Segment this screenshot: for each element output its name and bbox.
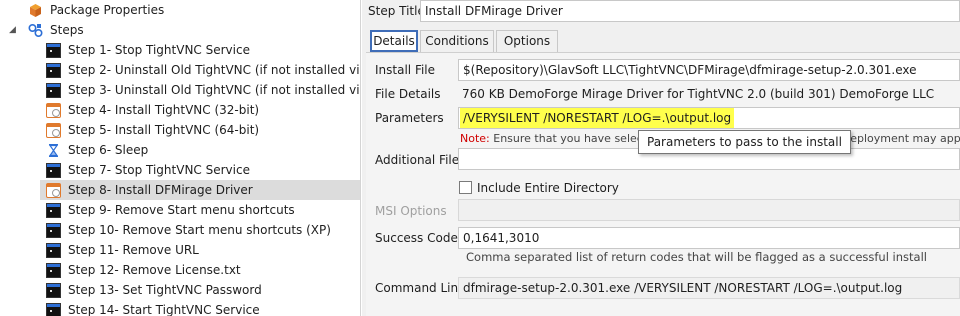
tree-item-step[interactable]: Step 14- Start TightVNC Service	[46, 300, 360, 316]
parameters-field[interactable]: /VERYSILENT /NORESTART /LOG=.\output.log	[458, 107, 960, 129]
tab-options[interactable]: Options	[496, 30, 558, 52]
executable-icon	[46, 163, 61, 178]
success-codes-hint: Comma separated list of return codes tha…	[466, 250, 927, 264]
executable-icon	[46, 43, 61, 58]
tab-details[interactable]: Details	[370, 30, 418, 52]
note-text: Ensure that you have selected	[489, 132, 661, 145]
step-editor-panel: Step Title Install DFMirage Driver Detai…	[362, 0, 960, 316]
tree-item-steps[interactable]: Steps	[28, 20, 360, 40]
tree-item-step[interactable]: Step 5- Install TightVNC (64-bit)	[46, 120, 360, 140]
tree-item-step[interactable]: Step 9- Remove Start menu shortcuts	[46, 200, 360, 220]
installer-icon	[46, 183, 61, 198]
tree-item-package-properties[interactable]: Package Properties	[28, 0, 360, 20]
tree-item-step[interactable]: Step 4- Install TightVNC (32-bit)	[46, 100, 360, 120]
tree-item-label: Step 6- Sleep	[68, 143, 149, 157]
tree-item-step[interactable]: Step 3- Uninstall Old TightVNC (if not i…	[46, 80, 360, 100]
tree-item-label: Step 7- Stop TightVNC Service	[68, 163, 250, 177]
file-details-label: File Details	[375, 87, 441, 101]
executable-icon	[46, 303, 61, 316]
tree-item-label: Package Properties	[50, 3, 165, 17]
tree-item-label: Step 4- Install TightVNC (32-bit)	[68, 103, 260, 117]
hourglass-icon	[46, 143, 61, 158]
tree-item-label: Step 2- Uninstall Old TightVNC (if not i…	[68, 63, 360, 77]
tree-item-step[interactable]: Step 10- Remove Start menu shortcuts (XP…	[46, 220, 360, 240]
tree-item-label: Step 13- Set TightVNC Password	[68, 283, 262, 297]
msi-options-label: MSI Options	[375, 204, 447, 218]
parameters-label: Parameters	[375, 111, 444, 125]
tab-conditions[interactable]: Conditions	[420, 30, 494, 52]
tree-item-label: Step 3- Uninstall Old TightVNC (if not i…	[68, 83, 360, 97]
success-codes-field[interactable]: 0,1641,3010	[458, 227, 960, 249]
parameters-tooltip: Parameters to pass to the install	[638, 130, 851, 154]
install-file-field[interactable]: $(Repository)\GlavSoft LLC\TightVNC\DFMi…	[458, 59, 960, 81]
tree-item-step[interactable]: Step 6- Sleep	[46, 140, 360, 160]
tree-item-step[interactable]: Step 1- Stop TightVNC Service	[46, 40, 360, 60]
steps-tree: Package Properties ◢ Steps Step 1- Stop …	[0, 0, 361, 316]
executable-icon	[46, 263, 61, 278]
chevron-down-icon[interactable]: ◢	[9, 25, 19, 35]
tree-item-label: Step 14- Start TightVNC Service	[68, 303, 260, 316]
tree-item-label: Step 12- Remove License.txt	[68, 263, 241, 277]
executable-icon	[46, 203, 61, 218]
msi-options-field[interactable]	[458, 199, 960, 221]
tree-item-label: Steps	[50, 23, 84, 37]
executable-icon	[46, 63, 61, 78]
parameters-note: Note: Ensure that you have selected	[460, 132, 661, 145]
tree-item-label: Step 5- Install TightVNC (64-bit)	[68, 123, 260, 137]
file-details-value: 760 KB DemoForge Mirage Driver for Tight…	[462, 87, 935, 101]
package-icon	[28, 3, 43, 18]
installer-icon	[46, 103, 61, 118]
executable-icon	[46, 283, 61, 298]
executable-icon	[46, 243, 61, 258]
executable-icon	[46, 223, 61, 238]
tree-item-label: Step 8- Install DFMirage Driver	[68, 183, 253, 197]
include-directory-checkbox[interactable]	[459, 181, 472, 194]
installer-icon	[46, 123, 61, 138]
tree-item-step-selected[interactable]: Step 8- Install DFMirage Driver	[40, 180, 360, 200]
tree-item-label: Step 11- Remove URL	[68, 243, 199, 257]
note-prefix: Note:	[460, 132, 490, 145]
tree-item-step[interactable]: Step 11- Remove URL	[46, 240, 360, 260]
tree-item-step[interactable]: Step 12- Remove License.txt	[46, 260, 360, 280]
tree-item-label: Step 9- Remove Start menu shortcuts	[68, 203, 295, 217]
install-file-label: Install File	[375, 63, 436, 77]
tree-item-label: Step 1- Stop TightVNC Service	[68, 43, 250, 57]
additional-files-label: Additional Files	[375, 153, 466, 167]
executable-icon	[46, 83, 61, 98]
tree-item-step[interactable]: Step 7- Stop TightVNC Service	[46, 160, 360, 180]
parameters-value: /VERYSILENT /NORESTART /LOG=.\output.log	[463, 111, 732, 125]
tree-item-step[interactable]: Step 13- Set TightVNC Password	[46, 280, 360, 300]
step-title-field[interactable]: Install DFMirage Driver	[420, 0, 960, 22]
tree-item-step[interactable]: Step 2- Uninstall Old TightVNC (if not i…	[46, 60, 360, 80]
tree-item-label: Step 10- Remove Start menu shortcuts (XP…	[68, 223, 331, 237]
steps-icon	[28, 23, 43, 38]
step-title-label: Step Title	[368, 4, 425, 18]
command-line-field[interactable]: dfmirage-setup-2.0.301.exe /VERYSILENT /…	[458, 277, 960, 299]
command-line-label: Command Line	[375, 281, 466, 295]
success-codes-label: Success Codes	[375, 231, 465, 245]
include-directory-label[interactable]: Include Entire Directory	[477, 181, 619, 195]
